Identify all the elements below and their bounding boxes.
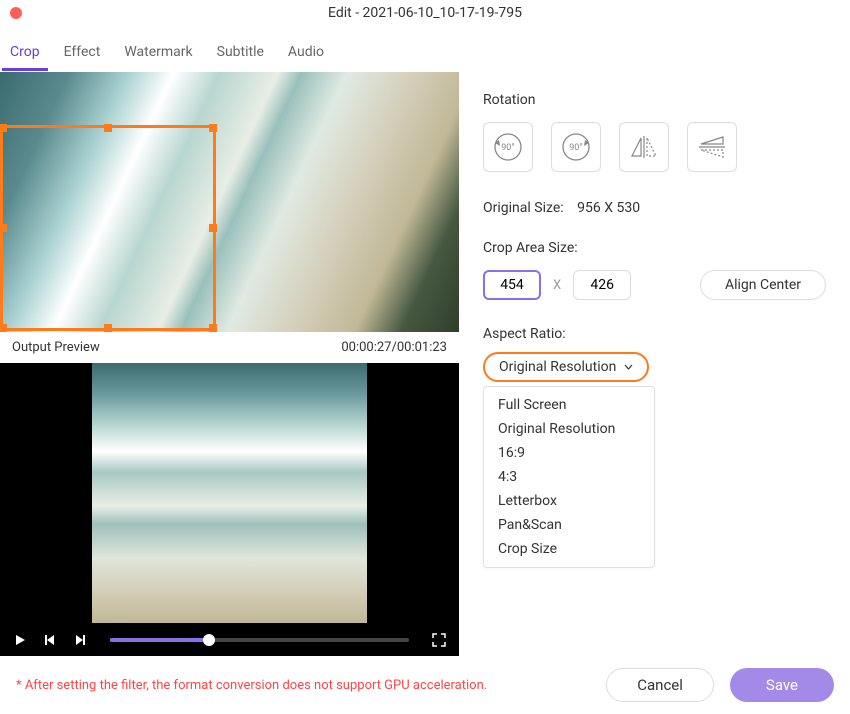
- crop-handle-l[interactable]: [0, 224, 7, 232]
- play-button[interactable]: [12, 632, 28, 648]
- crop-handle-t[interactable]: [104, 124, 112, 132]
- option-original-resolution[interactable]: Original Resolution: [498, 417, 640, 441]
- crop-handle-bl[interactable]: [0, 324, 7, 332]
- crop-handle-tl[interactable]: [0, 124, 7, 132]
- flip-vertical-button[interactable]: [687, 122, 737, 172]
- original-size-label: Original Size:: [483, 200, 564, 216]
- rotation-label: Rotation: [483, 92, 826, 108]
- svg-text:90°: 90°: [501, 143, 514, 153]
- step-back-button[interactable]: [42, 632, 58, 648]
- timecode: 00:00:27/00:01:23: [341, 340, 447, 355]
- crop-handle-br[interactable]: [209, 324, 217, 332]
- option-4-3[interactable]: 4:3: [498, 465, 640, 489]
- option-letterbox[interactable]: Letterbox: [498, 489, 640, 513]
- step-forward-button[interactable]: [72, 632, 88, 648]
- output-preview-label: Output Preview: [12, 340, 100, 355]
- tab-subtitle[interactable]: Subtitle: [209, 34, 272, 71]
- original-size-value: 956 X 530: [577, 200, 640, 216]
- rotate-left-button[interactable]: 90°: [483, 122, 533, 172]
- cancel-button[interactable]: Cancel: [606, 668, 714, 702]
- window-title: Edit - 2021-06-10_10-17-19-795: [328, 5, 522, 21]
- svg-text:90°: 90°: [569, 143, 582, 153]
- crop-handle-r[interactable]: [209, 224, 217, 232]
- aspect-ratio-dropdown[interactable]: Original Resolution: [483, 352, 649, 382]
- crop-preview-area[interactable]: [0, 72, 459, 332]
- seek-bar[interactable]: [110, 638, 409, 642]
- option-full-screen[interactable]: Full Screen: [498, 393, 640, 417]
- flip-horizontal-button[interactable]: [619, 122, 669, 172]
- title-bar: Edit - 2021-06-10_10-17-19-795: [0, 0, 850, 26]
- crop-area-size-label: Crop Area Size:: [483, 240, 826, 256]
- aspect-ratio-selected: Original Resolution: [499, 359, 616, 375]
- crop-handle-tr[interactable]: [209, 124, 217, 132]
- tab-bar: Crop Effect Watermark Subtitle Audio: [0, 26, 850, 72]
- crop-height-input[interactable]: [573, 270, 631, 300]
- tab-watermark[interactable]: Watermark: [116, 34, 200, 71]
- tab-audio[interactable]: Audio: [280, 34, 332, 71]
- crop-handle-b[interactable]: [104, 324, 112, 332]
- player-controls: [0, 623, 459, 657]
- output-preview-area: [0, 363, 459, 623]
- crop-width-input[interactable]: [483, 270, 541, 300]
- gpu-warning: * After setting the filter, the format c…: [16, 678, 487, 693]
- seek-thumb[interactable]: [203, 634, 215, 646]
- tab-crop[interactable]: Crop: [2, 34, 48, 71]
- footer: * After setting the filter, the format c…: [0, 656, 850, 714]
- rotate-right-button[interactable]: 90°: [551, 122, 601, 172]
- tab-effect[interactable]: Effect: [56, 34, 109, 71]
- option-crop-size[interactable]: Crop Size: [498, 537, 640, 561]
- option-16-9[interactable]: 16:9: [498, 441, 640, 465]
- size-separator: X: [553, 278, 561, 293]
- save-button[interactable]: Save: [730, 668, 834, 702]
- chevron-down-icon: [624, 364, 633, 370]
- aspect-ratio-menu: Full Screen Original Resolution 16:9 4:3…: [483, 386, 655, 568]
- close-window-button[interactable]: [10, 7, 22, 19]
- fullscreen-button[interactable]: [431, 632, 447, 648]
- option-panscan[interactable]: Pan&Scan: [498, 513, 640, 537]
- align-center-button[interactable]: Align Center: [700, 270, 826, 300]
- aspect-ratio-label: Aspect Ratio:: [483, 326, 826, 342]
- crop-rectangle[interactable]: [0, 125, 216, 331]
